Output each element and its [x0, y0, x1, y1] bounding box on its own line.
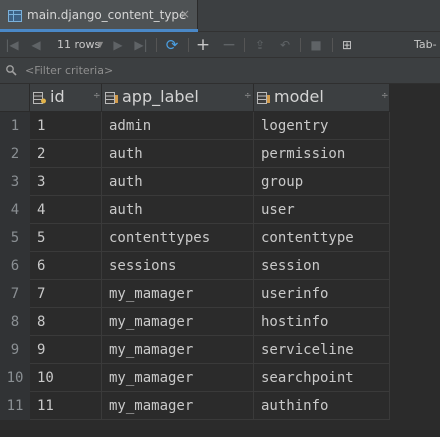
column-icon — [105, 92, 118, 104]
table-row[interactable]: 11 11 my_mamager authinfo — [0, 392, 440, 420]
cell-model[interactable]: userinfo — [254, 280, 390, 308]
cell-app-label[interactable]: auth — [102, 196, 254, 224]
cell-model[interactable]: contenttype — [254, 224, 390, 252]
cell-app-label[interactable]: my_mamager — [102, 364, 254, 392]
column-header-app-label[interactable]: app_label ÷ — [102, 84, 254, 112]
cell-app-label[interactable]: auth — [102, 140, 254, 168]
row-number[interactable]: 2 — [0, 140, 30, 168]
toolbar-separator — [188, 38, 189, 52]
column-label: model — [274, 87, 324, 106]
cell-app-label[interactable]: auth — [102, 168, 254, 196]
column-header-row: id ÷ app_label ÷ model ÷ — [0, 84, 440, 112]
refresh-icon[interactable]: ⟳ — [163, 35, 181, 55]
editor-tab-bar: main.django_content_type × — [0, 0, 440, 32]
column-header-model[interactable]: model ÷ — [254, 84, 390, 112]
cell-model[interactable]: logentry — [254, 112, 390, 140]
last-page-icon[interactable]: ▶| — [132, 35, 150, 55]
table-row[interactable]: 9 9 my_mamager serviceline — [0, 336, 440, 364]
tab-separated-format-selector[interactable]: Tab- — [414, 35, 437, 55]
table-row[interactable]: 1 1 admin logentry — [0, 112, 440, 140]
table-row[interactable]: 2 2 auth permission — [0, 140, 440, 168]
header-filler — [390, 84, 440, 112]
cell-model[interactable]: user — [254, 196, 390, 224]
previous-page-icon[interactable]: ◀ — [28, 35, 44, 55]
cell-model[interactable]: permission — [254, 140, 390, 168]
cell-model[interactable]: authinfo — [254, 392, 390, 420]
data-toolbar: |◀ ◀ 11 rows ▼ ▶ ▶| ⟳ + − ⇪ ↶ ■ ⊞ Tab- — [0, 32, 440, 58]
cell-model[interactable]: session — [254, 252, 390, 280]
viewer-icon[interactable]: ⊞ — [338, 35, 356, 55]
sort-icon[interactable]: ÷ — [244, 91, 252, 101]
cell-id[interactable]: 3 — [30, 168, 102, 196]
table-row[interactable]: 10 10 my_mamager searchpoint — [0, 364, 440, 392]
table-icon — [8, 10, 22, 22]
primary-key-column-icon — [33, 92, 46, 104]
tab-content-type[interactable]: main.django_content_type × — [0, 0, 198, 32]
sort-icon[interactable]: ÷ — [381, 91, 389, 101]
table-row[interactable]: 7 7 my_mamager userinfo — [0, 280, 440, 308]
row-number-header — [0, 84, 30, 112]
row-number[interactable]: 10 — [0, 364, 30, 392]
row-number[interactable]: 3 — [0, 168, 30, 196]
first-page-icon[interactable]: |◀ — [4, 35, 20, 55]
cell-app-label[interactable]: contenttypes — [102, 224, 254, 252]
cell-app-label[interactable]: my_mamager — [102, 392, 254, 420]
close-icon[interactable]: × — [180, 7, 190, 21]
cell-id[interactable]: 1 — [30, 112, 102, 140]
cell-model[interactable]: searchpoint — [254, 364, 390, 392]
revert-icon[interactable]: ↶ — [276, 35, 294, 55]
toolbar-separator — [300, 38, 301, 52]
tab-title: main.django_content_type — [27, 8, 187, 22]
table-row[interactable]: 8 8 my_mamager hostinfo — [0, 308, 440, 336]
table-row[interactable]: 3 3 auth group — [0, 168, 440, 196]
row-number[interactable]: 9 — [0, 336, 30, 364]
filter-criteria-input[interactable]: <Filter criteria> — [25, 62, 113, 80]
row-number[interactable]: 1 — [0, 112, 30, 140]
cell-app-label[interactable]: my_mamager — [102, 308, 254, 336]
column-icon — [257, 92, 270, 104]
stop-icon[interactable]: ■ — [307, 35, 325, 55]
cell-id[interactable]: 10 — [30, 364, 102, 392]
column-label: id — [50, 87, 65, 106]
cell-id[interactable]: 5 — [30, 224, 102, 252]
filter-funnel-icon[interactable] — [5, 64, 17, 76]
toolbar-separator — [156, 38, 157, 52]
next-page-icon[interactable]: ▶ — [110, 35, 126, 55]
add-row-icon[interactable]: + — [194, 35, 212, 55]
cell-id[interactable]: 2 — [30, 140, 102, 168]
cell-app-label[interactable]: my_mamager — [102, 336, 254, 364]
cell-id[interactable]: 4 — [30, 196, 102, 224]
toolbar-separator — [332, 38, 333, 52]
delete-row-icon[interactable]: − — [220, 35, 238, 55]
cell-id[interactable]: 9 — [30, 336, 102, 364]
table-row[interactable]: 4 4 auth user — [0, 196, 440, 224]
row-number[interactable]: 5 — [0, 224, 30, 252]
cell-app-label[interactable]: my_mamager — [102, 280, 254, 308]
sort-icon[interactable]: ÷ — [93, 91, 101, 101]
cell-id[interactable]: 6 — [30, 252, 102, 280]
row-number[interactable]: 4 — [0, 196, 30, 224]
cell-model[interactable]: group — [254, 168, 390, 196]
cell-app-label[interactable]: admin — [102, 112, 254, 140]
column-header-id[interactable]: id ÷ — [30, 84, 102, 112]
row-count-label[interactable]: 11 rows — [57, 35, 100, 55]
toolbar-separator — [244, 38, 245, 52]
row-number[interactable]: 11 — [0, 392, 30, 420]
row-number[interactable]: 8 — [0, 308, 30, 336]
cell-id[interactable]: 7 — [30, 280, 102, 308]
chevron-down-icon[interactable]: ▼ — [97, 35, 103, 55]
column-label: app_label — [122, 87, 199, 106]
row-number[interactable]: 6 — [0, 252, 30, 280]
cell-model[interactable]: hostinfo — [254, 308, 390, 336]
submit-icon[interactable]: ⇪ — [251, 35, 269, 55]
table-row[interactable]: 5 5 contenttypes contenttype — [0, 224, 440, 252]
table-row[interactable]: 6 6 sessions session — [0, 252, 440, 280]
cell-id[interactable]: 8 — [30, 308, 102, 336]
row-number[interactable]: 7 — [0, 280, 30, 308]
cell-app-label[interactable]: sessions — [102, 252, 254, 280]
data-grid: id ÷ app_label ÷ model ÷ 1 1 admin logen… — [0, 84, 440, 437]
filter-bar: <Filter criteria> — [0, 58, 440, 84]
cell-model[interactable]: serviceline — [254, 336, 390, 364]
cell-id[interactable]: 11 — [30, 392, 102, 420]
